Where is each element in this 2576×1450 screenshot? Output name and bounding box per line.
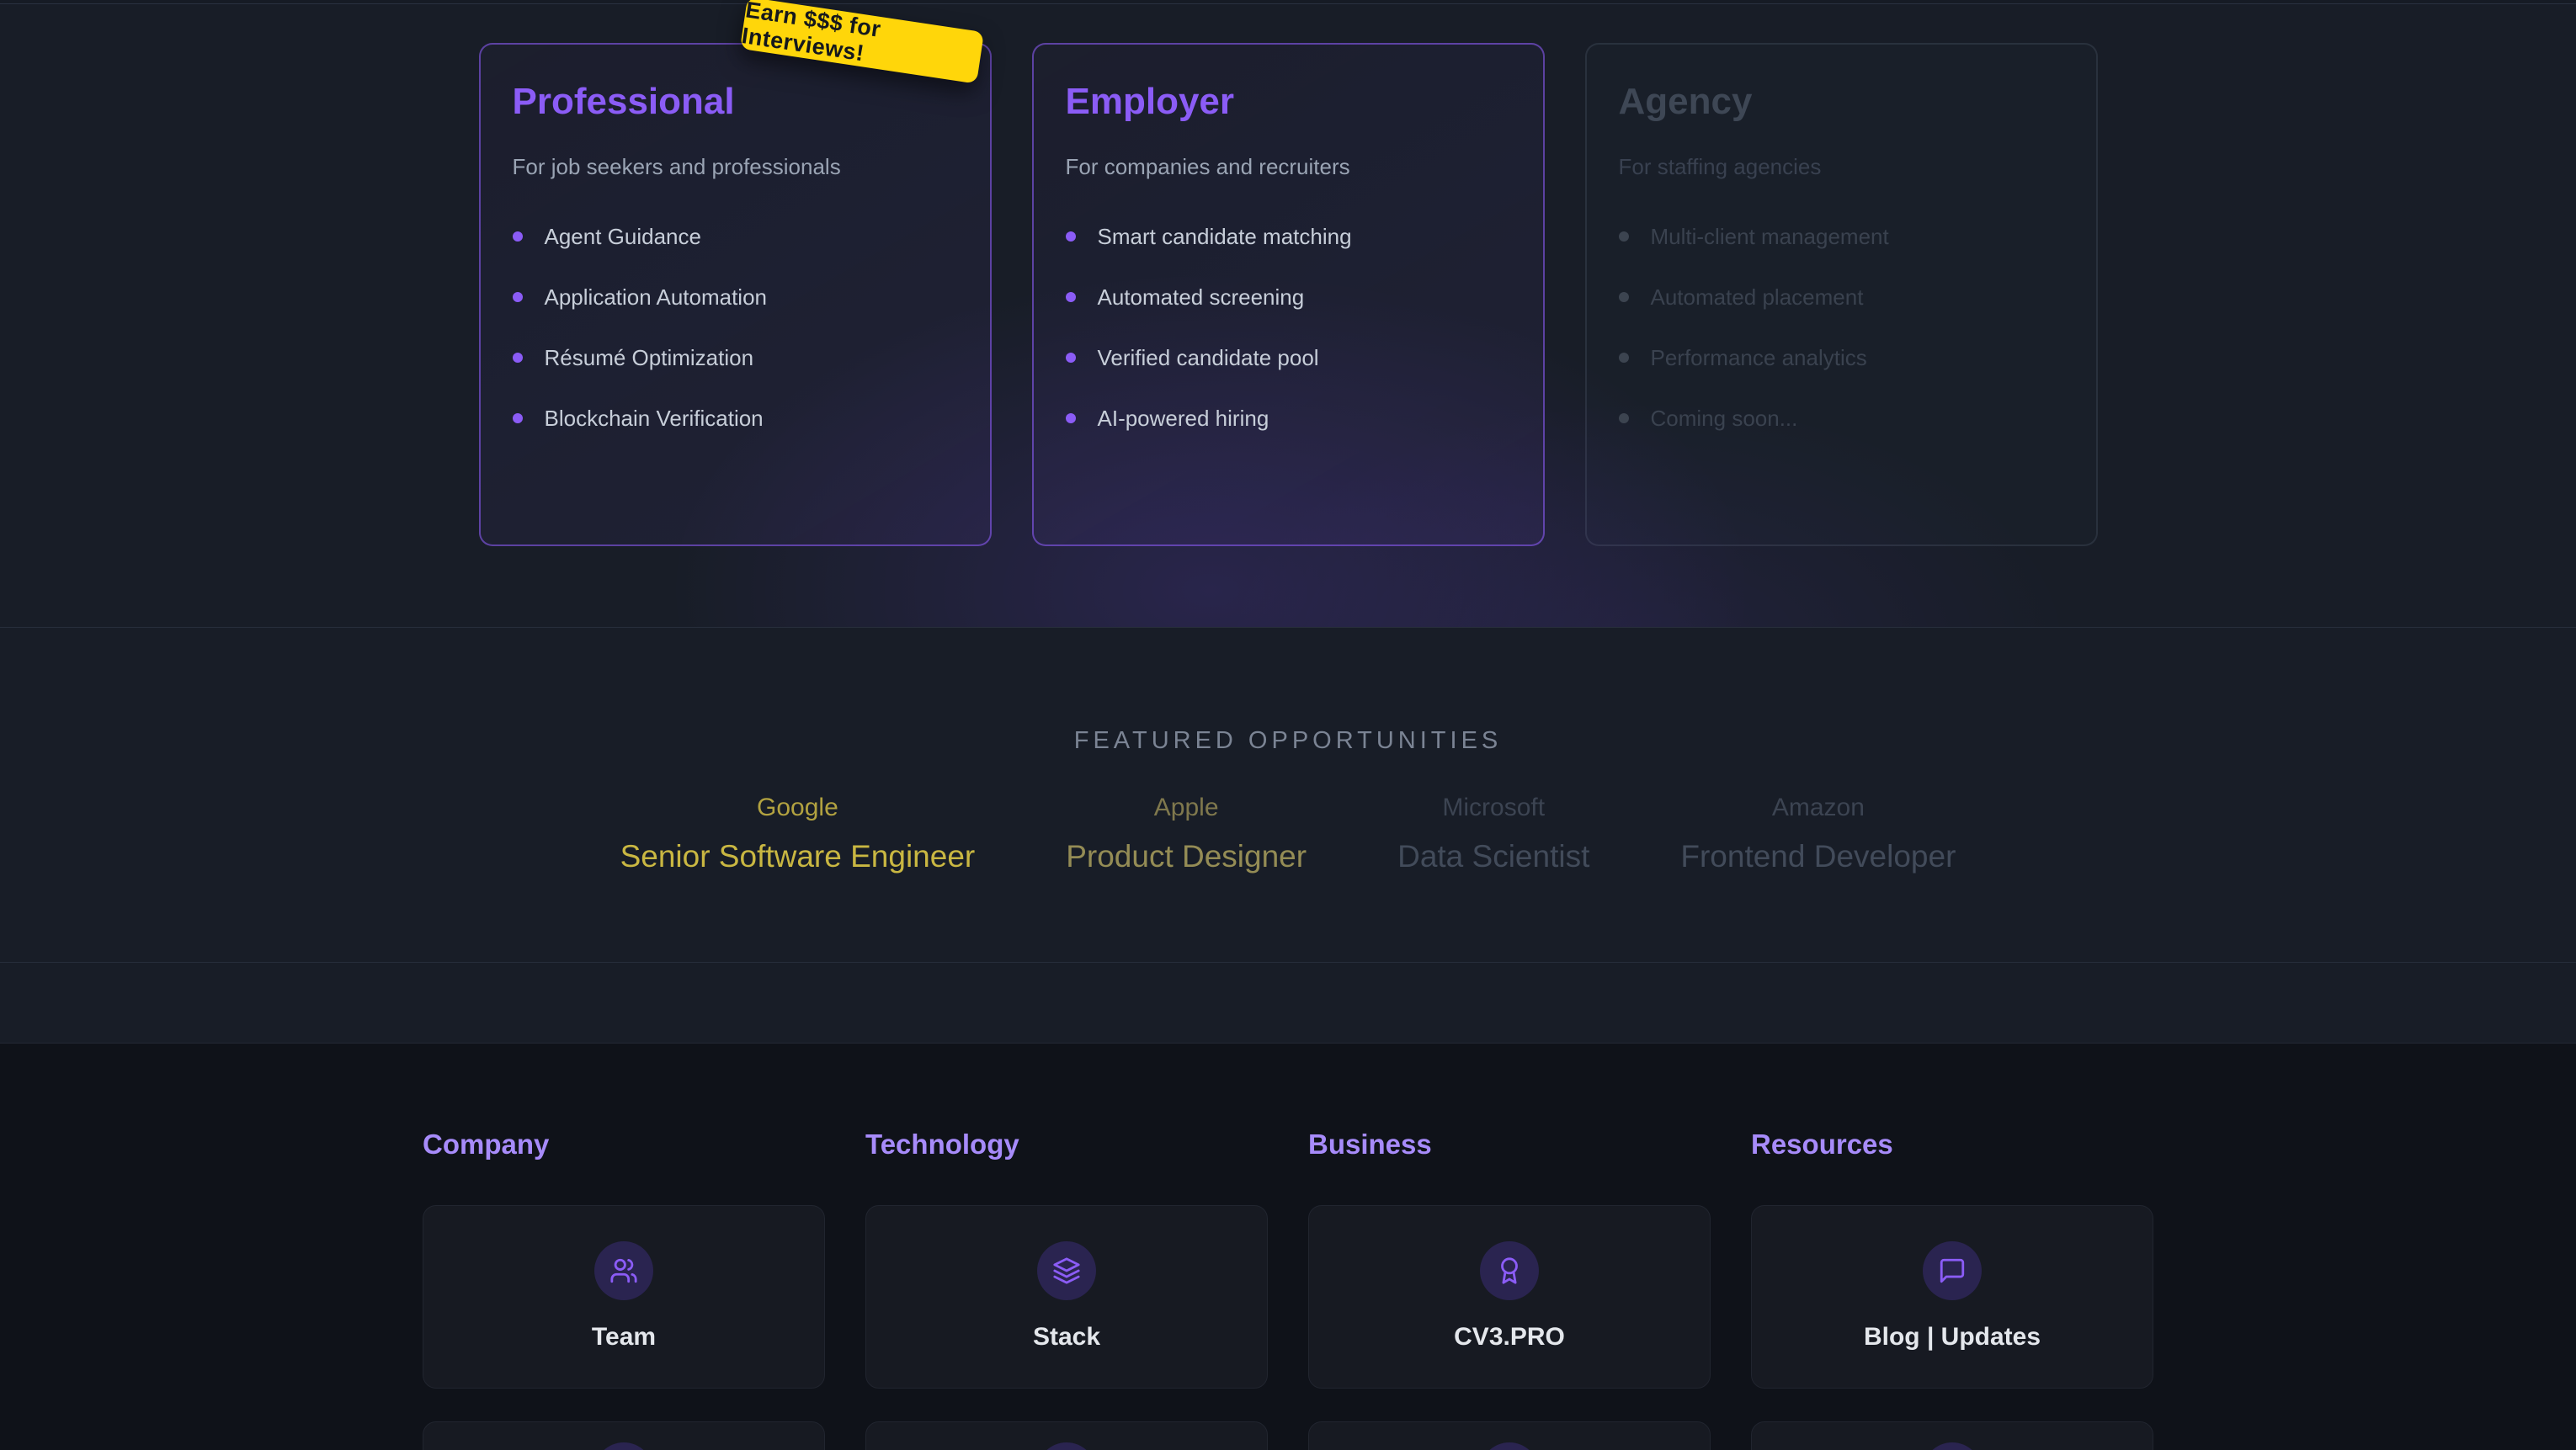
feature-label: Blockchain Verification [545, 403, 764, 433]
plan-feature-list: Agent Guidance Application Automation Ré… [513, 221, 958, 433]
plan-feature-list: Multi-client management Automated placem… [1619, 221, 2064, 433]
plan-title: Professional [513, 80, 958, 124]
spacer-band [0, 962, 2576, 1044]
bullet-dot-icon [513, 231, 523, 242]
plans-section: Professional For job seekers and profess… [0, 3, 2576, 628]
job-company: Google [620, 794, 976, 822]
hidden-icon [594, 1442, 653, 1450]
bullet-dot-icon [1619, 292, 1629, 302]
job-title: Product Designer [1066, 839, 1307, 874]
bullet-dot-icon [513, 292, 523, 302]
bullet-dot-icon [1619, 413, 1629, 423]
footer-card-partial[interactable] [865, 1421, 1268, 1450]
feature-item: Multi-client management [1619, 221, 2064, 252]
footer-column-company: Company Team [423, 1128, 825, 1450]
footer-card-label: Team [592, 1323, 656, 1352]
bullet-dot-icon [513, 413, 523, 423]
feature-item: Smart candidate matching [1066, 221, 1511, 252]
job-title: Senior Software Engineer [620, 839, 976, 874]
feature-item: Agent Guidance [513, 221, 958, 252]
message-square-icon [1923, 1241, 1982, 1300]
feature-item: Coming soon... [1619, 403, 2064, 433]
featured-opportunities-section: FEATURED OPPORTUNITIES Google Senior Sof… [0, 627, 2576, 963]
footer-card-blog-updates[interactable]: Blog | Updates [1751, 1205, 2153, 1389]
users-icon [594, 1241, 653, 1300]
footer-card-partial[interactable] [423, 1421, 825, 1450]
plan-card-professional[interactable]: Professional For job seekers and profess… [479, 43, 992, 546]
bullet-dot-icon [1066, 292, 1076, 302]
feature-item: Performance analytics [1619, 343, 2064, 373]
layers-icon [1037, 1241, 1096, 1300]
feature-item: Verified candidate pool [1066, 343, 1511, 373]
plan-title: Employer [1066, 80, 1511, 124]
page: Professional For job seekers and profess… [0, 0, 2576, 1450]
feature-label: Verified candidate pool [1098, 343, 1319, 373]
job-item-apple[interactable]: Apple Product Designer [1066, 794, 1307, 874]
job-item-google[interactable]: Google Senior Software Engineer [620, 794, 976, 874]
job-company: Apple [1066, 794, 1307, 822]
footer-card-label: Stack [1033, 1323, 1100, 1352]
job-company: Microsoft [1397, 794, 1589, 822]
footer-card-partial[interactable] [1308, 1421, 1711, 1450]
feature-item: Application Automation [513, 282, 958, 312]
bullet-dot-icon [1619, 353, 1629, 363]
plan-feature-list: Smart candidate matching Automated scree… [1066, 221, 1511, 433]
featured-heading: FEATURED OPPORTUNITIES [0, 727, 2576, 755]
bullet-dot-icon [1066, 353, 1076, 363]
feature-item: AI-powered hiring [1066, 403, 1511, 433]
footer-card-partial[interactable] [1751, 1421, 2153, 1450]
job-item-amazon[interactable]: Amazon Frontend Developer [1680, 794, 1956, 874]
footer-column-heading: Resources [1751, 1128, 2153, 1161]
job-company: Amazon [1680, 794, 1956, 822]
feature-label: Automated screening [1098, 282, 1305, 312]
plans-row: Professional For job seekers and profess… [0, 4, 2576, 546]
feature-label: Automated placement [1651, 282, 1864, 312]
footer-card-stack[interactable]: Stack [865, 1205, 1268, 1389]
job-item-microsoft[interactable]: Microsoft Data Scientist [1397, 794, 1589, 874]
feature-label: Application Automation [545, 282, 768, 312]
bullet-dot-icon [1066, 413, 1076, 423]
feature-label: Multi-client management [1651, 221, 1889, 252]
feature-item: Résumé Optimization [513, 343, 958, 373]
footer-column-heading: Business [1308, 1128, 1711, 1161]
footer-column-heading: Technology [865, 1128, 1268, 1161]
footer-column-technology: Technology Stack [865, 1128, 1268, 1450]
plan-description: For companies and recruiters [1066, 152, 1511, 181]
footer-column-business: Business CV3.PRO [1308, 1128, 1711, 1450]
bullet-dot-icon [513, 353, 523, 363]
footer-column-resources: Resources Blog | Updates [1751, 1128, 2153, 1450]
footer-column-heading: Company [423, 1128, 825, 1161]
feature-label: Résumé Optimization [545, 343, 754, 373]
feature-label: Performance analytics [1651, 343, 1867, 373]
footer-card-team[interactable]: Team [423, 1205, 825, 1389]
footer-card-cv3pro[interactable]: CV3.PRO [1308, 1205, 1711, 1389]
bullet-dot-icon [1619, 231, 1629, 242]
feature-item: Automated screening [1066, 282, 1511, 312]
award-icon [1480, 1241, 1539, 1300]
plan-description: For staffing agencies [1619, 152, 2064, 181]
footer-card-label: Blog | Updates [1864, 1323, 2041, 1352]
hidden-icon [1037, 1442, 1096, 1450]
footer: Company Team Technology Stack [0, 1043, 2576, 1450]
plan-card-employer[interactable]: Employer For companies and recruiters Sm… [1032, 43, 1545, 546]
feature-item: Blockchain Verification [513, 403, 958, 433]
featured-jobs-row: Google Senior Software Engineer Apple Pr… [0, 794, 2576, 874]
feature-label: Agent Guidance [545, 221, 701, 252]
feature-label: Coming soon... [1651, 403, 1798, 433]
feature-label: Smart candidate matching [1098, 221, 1352, 252]
plan-description: For job seekers and professionals [513, 152, 958, 181]
footer-card-label: CV3.PRO [1454, 1323, 1565, 1352]
hidden-icon [1923, 1442, 1982, 1450]
bullet-dot-icon [1066, 231, 1076, 242]
feature-item: Automated placement [1619, 282, 2064, 312]
feature-label: AI-powered hiring [1098, 403, 1269, 433]
hidden-icon [1480, 1442, 1539, 1450]
job-title: Frontend Developer [1680, 839, 1956, 874]
job-title: Data Scientist [1397, 839, 1589, 874]
footer-grid: Company Team Technology Stack [423, 1044, 2153, 1450]
plan-card-agency: Agency For staffing agencies Multi-clien… [1585, 43, 2098, 546]
plan-title: Agency [1619, 80, 2064, 124]
